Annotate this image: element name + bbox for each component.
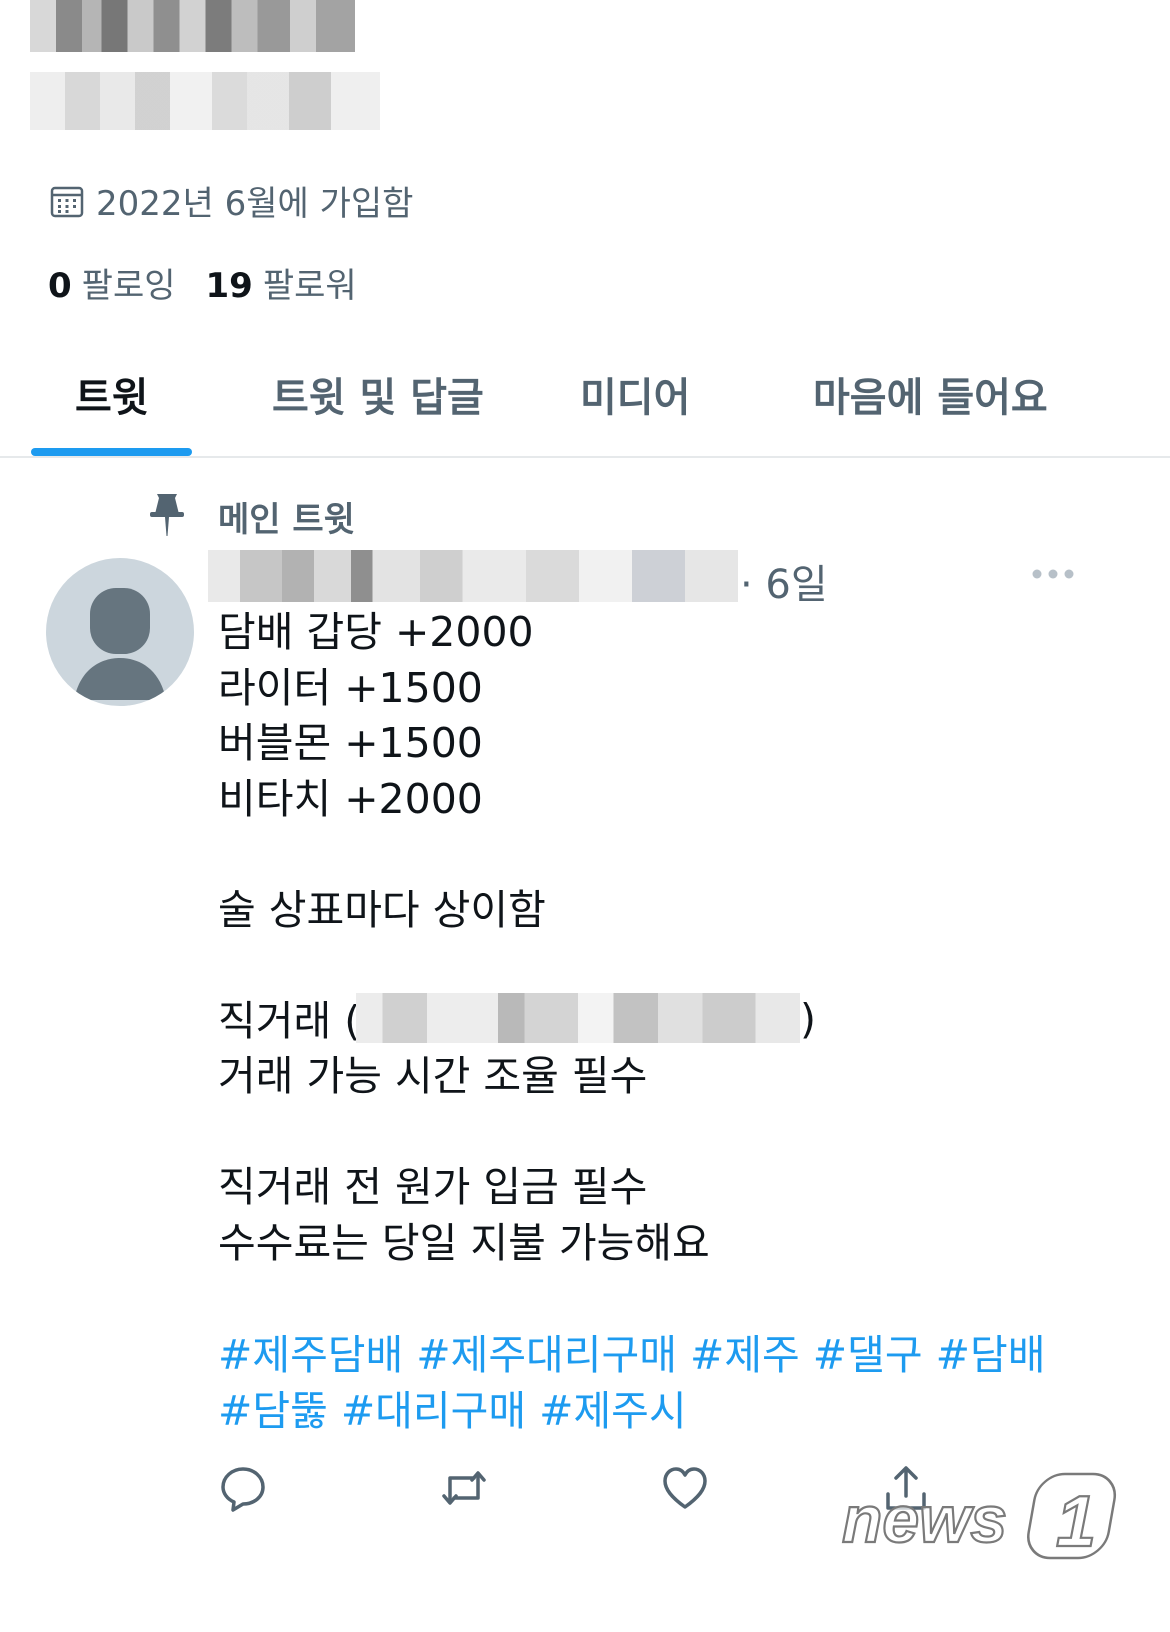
tweet-author-blurred[interactable] <box>208 550 738 602</box>
tweet-time[interactable]: · 6일 <box>740 552 828 610</box>
like-icon[interactable] <box>661 1464 709 1512</box>
pin-icon <box>150 494 184 536</box>
more-icon[interactable] <box>1030 566 1076 582</box>
follow-stats: 0 팔로잉 19 팔로워 <box>48 258 357 307</box>
followers-label: 팔로워 <box>262 266 357 306</box>
news1-watermark-logo: news 1 <box>841 1472 1117 1563</box>
active-tab-indicator <box>31 448 192 456</box>
tab-media[interactable]: 미디어 <box>580 365 690 423</box>
tab-tweets-and-replies[interactable]: 트윗 및 답글 <box>272 365 484 423</box>
tweet-hashtags[interactable]: #제주담배 #제주대리구매 #제주 #댈구 #담배 #담뚫 #대리구매 #제주시 <box>218 1328 1058 1439</box>
retweet-icon[interactable] <box>440 1464 488 1512</box>
following-label: 팔로잉 <box>81 266 176 306</box>
followers-link[interactable]: 19 팔로워 <box>206 266 357 306</box>
calendar-icon <box>50 186 84 217</box>
join-date: 2022년 6월에 가입함 <box>50 176 413 225</box>
profile-name-blurred <box>30 0 355 52</box>
tweet-text-paren: ) <box>800 995 816 1043</box>
tweet-text-part-2: 거래 가능 시간 조율 필수 직거래 전 원가 입금 필수 수수료는 당일 지불… <box>218 1052 710 1267</box>
following-link[interactable]: 0 팔로잉 <box>48 266 176 306</box>
tab-likes[interactable]: 마음에 들어요 <box>813 365 1048 423</box>
location-blurred <box>356 993 800 1043</box>
profile-handle-blurred <box>30 72 380 130</box>
svg-text:news: news <box>842 1482 1007 1556</box>
tweet-text-part-1: 담배 갑당 +2000 라이터 +1500 버블몬 +1500 비타치 +200… <box>218 608 546 1046</box>
tabs-divider <box>0 456 1170 458</box>
followers-count: 19 <box>205 266 253 306</box>
join-date-text: 2022년 6월에 가입함 <box>96 184 414 224</box>
avatar[interactable] <box>46 558 194 706</box>
tab-tweets[interactable]: 트윗 <box>75 365 149 423</box>
svg-text:1: 1 <box>1056 1482 1096 1562</box>
default-avatar-icon <box>74 588 166 700</box>
reply-icon[interactable] <box>219 1464 267 1512</box>
pinned-label: 메인 트윗 <box>218 500 355 540</box>
following-count: 0 <box>48 266 72 306</box>
